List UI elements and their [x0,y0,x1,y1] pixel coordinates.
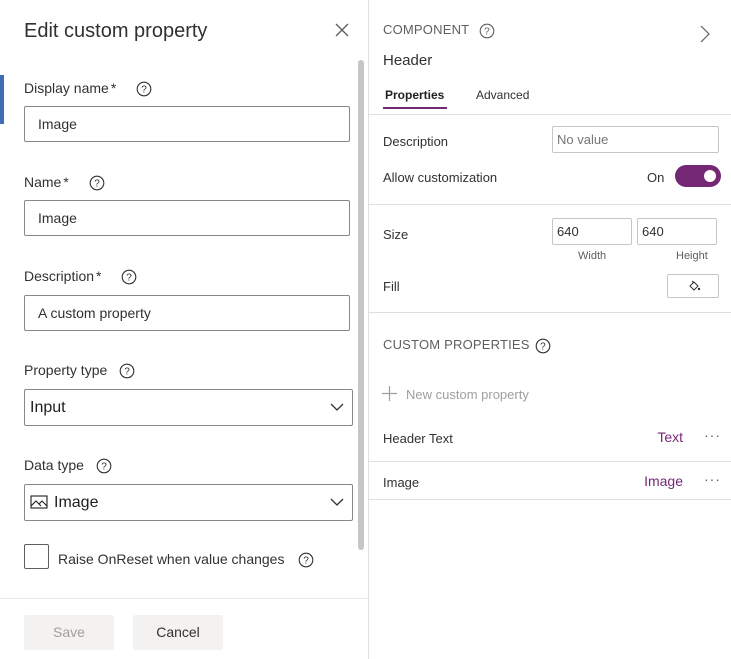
section-divider [369,312,731,313]
custom-properties-title: CUSTOM PROPERTIES ? [383,337,551,354]
component-section-label: COMPONENT ? [383,22,495,39]
help-icon[interactable]: ? [119,363,135,379]
help-icon[interactable]: ? [96,458,112,474]
svg-text:?: ? [484,26,490,37]
chevron-down-icon [330,498,344,506]
cancel-button[interactable]: Cancel [133,615,223,650]
custom-property-name: Header Text [383,431,453,446]
fill-color-button[interactable] [667,274,719,298]
tabs-divider [369,114,731,115]
tab-advanced[interactable]: Advanced [476,88,529,102]
custom-property-row[interactable]: Image Image ··· [369,462,731,502]
help-icon[interactable]: ? [298,552,314,568]
paint-bucket-icon [689,280,701,291]
name-input[interactable] [24,200,350,236]
help-icon[interactable]: ? [136,81,152,97]
custom-property-type: Text [657,429,683,445]
footer-divider [0,598,368,599]
svg-text:?: ? [94,179,100,190]
width-caption: Width [578,250,607,262]
custom-property-type: Image [644,473,683,489]
raise-onreset-label: Raise OnReset when value changes ? [58,551,314,568]
help-icon[interactable]: ? [89,175,105,191]
height-input[interactable]: 640 [637,218,717,245]
image-icon [30,495,48,509]
save-button[interactable]: Save [24,615,114,650]
properties-pane: COMPONENT ? Header Properties Advanced D… [369,0,731,659]
panel-title: Edit custom property [24,20,208,42]
help-icon[interactable]: ? [121,269,137,285]
allow-customization-toggle[interactable] [675,165,721,187]
svg-text:?: ? [304,556,310,567]
scrollbar-thumb[interactable] [358,60,364,550]
raise-onreset-checkbox[interactable] [24,544,49,569]
chevron-down-icon [330,403,344,411]
svg-text:?: ? [101,462,107,473]
tab-properties[interactable]: Properties [385,88,444,102]
custom-property-row[interactable]: Header Text Text ··· [369,418,731,458]
height-caption: Height [676,250,708,262]
data-type-select[interactable]: Image [24,484,353,521]
description-prop-input[interactable] [552,126,719,153]
plus-icon [382,386,397,401]
selection-accent-strip [0,75,4,124]
svg-text:?: ? [541,341,547,352]
more-options-icon[interactable]: ··· [704,427,721,443]
fill-label: Fill [383,279,400,294]
active-tab-indicator [383,107,447,109]
description-label: Description * ? [24,268,137,285]
more-options-icon[interactable]: ··· [704,471,721,487]
description-prop-label: Description [383,134,449,149]
display-name-input[interactable] [24,106,350,142]
edit-custom-property-panel: Edit custom property Display name* ? Nam… [0,0,370,659]
name-label: Name * ? [24,174,105,191]
svg-text:?: ? [127,273,133,284]
help-icon[interactable]: ? [535,338,551,354]
new-custom-property-button[interactable]: New custom property [381,385,529,402]
custom-property-name: Image [383,475,420,490]
section-divider [369,204,731,205]
svg-text:?: ? [124,367,130,378]
toggle-knob [704,170,716,182]
svg-text:?: ? [141,85,147,96]
width-input[interactable]: 640 [552,218,632,245]
data-type-label: Data type ? [24,457,112,474]
property-type-label: Property type ? [24,362,135,379]
size-label: Size [383,227,409,242]
property-type-select[interactable]: Input [24,389,353,426]
display-name-label: Display name * ? [24,80,152,97]
chevron-right-icon[interactable] [699,24,711,44]
close-icon[interactable] [332,20,352,40]
description-input[interactable] [24,295,350,331]
allow-customization-label: Allow customization [383,170,498,185]
toggle-state-text: On [647,170,665,185]
component-name: Header [383,52,433,69]
help-icon[interactable]: ? [479,23,495,39]
row-divider [369,499,731,500]
